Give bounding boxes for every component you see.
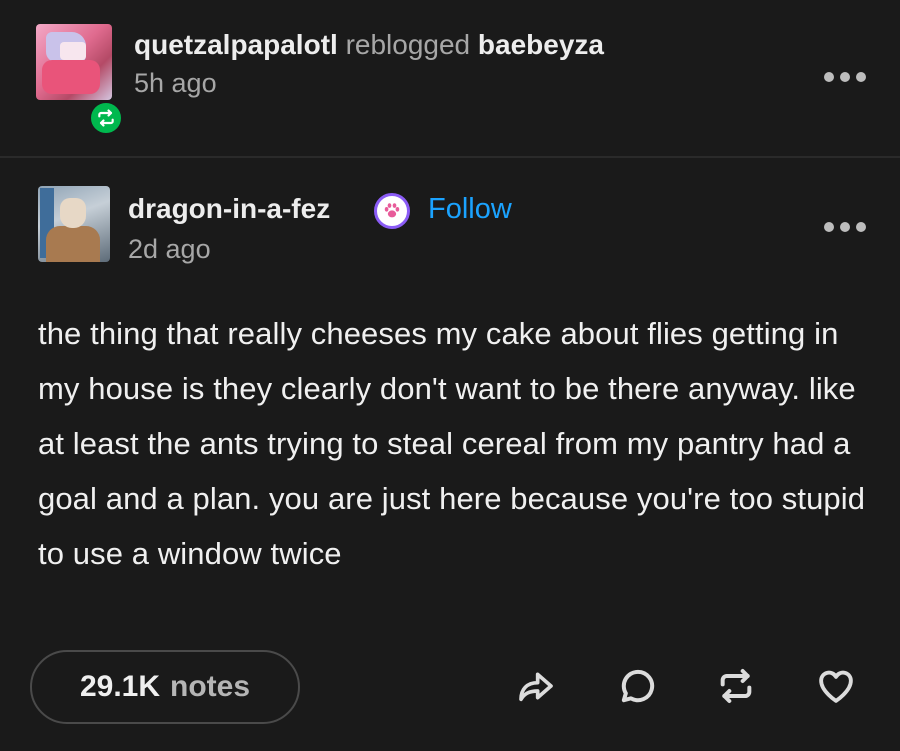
reblog-attribution: quetzalpapalotl reblogged baebeyza — [134, 28, 604, 62]
notes-button[interactable]: 29.1K notes — [30, 650, 300, 724]
reblog-source-username[interactable]: baebeyza — [478, 29, 604, 60]
more-options-icon[interactable] — [824, 70, 866, 84]
post-text: the thing that really cheeses my cake ab… — [38, 316, 866, 571]
reblog-badge-icon — [88, 100, 124, 136]
reblog-timestamp: 5h ago — [134, 68, 217, 98]
reblog-icon[interactable] — [714, 664, 758, 708]
heart-icon[interactable] — [814, 664, 858, 708]
notes-label: notes — [170, 670, 251, 703]
paw-badge-icon — [374, 193, 410, 229]
divider — [0, 156, 900, 158]
share-icon[interactable] — [514, 664, 558, 708]
post-timestamp: 2d ago — [128, 234, 211, 264]
notes-count: 29.1K — [79, 670, 161, 703]
follow-button[interactable]: Follow — [428, 192, 512, 226]
more-options-icon[interactable] — [824, 220, 866, 234]
reblog-action-text: reblogged — [345, 29, 471, 60]
reblog-header: quetzalpapalotl reblogged baebeyza 5h ag… — [0, 0, 900, 156]
reblogger-username[interactable]: quetzalpapalotl — [134, 29, 338, 60]
author-username[interactable]: dragon-in-a-fez — [128, 192, 330, 226]
reblogger-avatar[interactable] — [36, 24, 112, 100]
author-avatar[interactable] — [38, 186, 110, 262]
reply-icon[interactable] — [616, 664, 660, 708]
